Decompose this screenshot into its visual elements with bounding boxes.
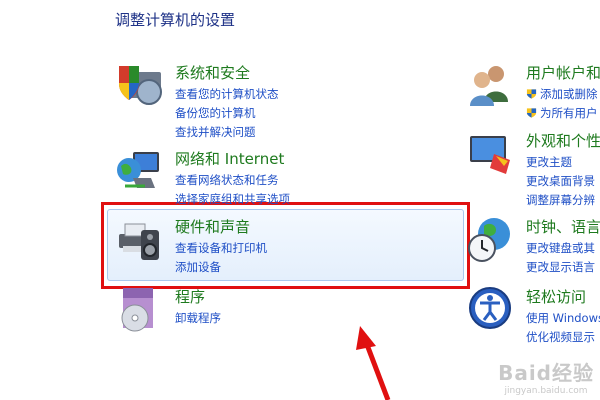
printer-speaker-icon	[119, 223, 159, 260]
watermark-sub: jingyan.baidu.com	[504, 386, 588, 396]
link-label: 添加或删除	[540, 87, 598, 101]
link-label: 为所有用户	[540, 106, 598, 120]
uac-shield-icon	[526, 89, 537, 99]
category-title[interactable]: 网络和 Internet	[175, 148, 284, 169]
link-change-keyboard[interactable]: 更改键盘或其	[526, 239, 595, 258]
link-view-computer-status[interactable]: 查看您的计算机状态	[175, 85, 279, 104]
category-title[interactable]: 系统和安全	[175, 62, 250, 83]
link-find-fix-problems[interactable]: 查找并解决问题	[175, 123, 279, 142]
link-uninstall-program[interactable]: 卸载程序	[175, 309, 221, 328]
link-backup-computer[interactable]: 备份您的计算机	[175, 104, 279, 123]
uac-shield-icon	[526, 108, 537, 118]
link-devices-printers[interactable]: 查看设备和打印机	[175, 239, 267, 258]
category-title[interactable]: 时钟、语言	[526, 216, 600, 237]
baidu-watermark: Baid经验 jingyan.baidu.com	[498, 357, 594, 396]
category-title[interactable]: 程序	[175, 286, 205, 307]
users-icon	[470, 66, 508, 106]
shield-computer-icon	[119, 66, 162, 105]
page-title: 调整计算机的设置	[115, 11, 236, 29]
link-all-users[interactable]: 为所有用户	[526, 104, 598, 123]
category-title[interactable]: 轻松访问	[526, 286, 586, 307]
appearance-icon	[470, 136, 510, 174]
category-title[interactable]: 用户帐户和	[526, 62, 600, 83]
programs-disc-icon	[121, 288, 153, 332]
link-add-remove-accounts[interactable]: 添加或删除	[526, 85, 598, 104]
link-view-network-status[interactable]: 查看网络状态和任务	[175, 171, 290, 190]
link-change-background[interactable]: 更改桌面背景	[526, 172, 595, 191]
globe-network-icon	[117, 152, 159, 188]
link-optimize-visual-display[interactable]: 优化视频显示	[526, 328, 600, 347]
link-add-device[interactable]: 添加设备	[175, 258, 267, 277]
clock-globe-icon	[468, 218, 510, 262]
link-change-display-language[interactable]: 更改显示语言	[526, 258, 595, 277]
red-arrow-annotation	[356, 326, 391, 400]
ease-of-access-icon	[469, 287, 511, 329]
link-change-theme[interactable]: 更改主题	[526, 153, 595, 172]
link-adjust-resolution[interactable]: 调整屏幕分辨	[526, 191, 595, 210]
link-homegroup-sharing[interactable]: 选择家庭组和共享选项	[175, 190, 290, 209]
category-title[interactable]: 外观和个性	[526, 130, 600, 151]
category-title[interactable]: 硬件和声音	[175, 216, 250, 237]
watermark-main: Baid经验	[498, 361, 594, 385]
link-use-windows-without-display[interactable]: 使用 Windows	[526, 309, 600, 328]
